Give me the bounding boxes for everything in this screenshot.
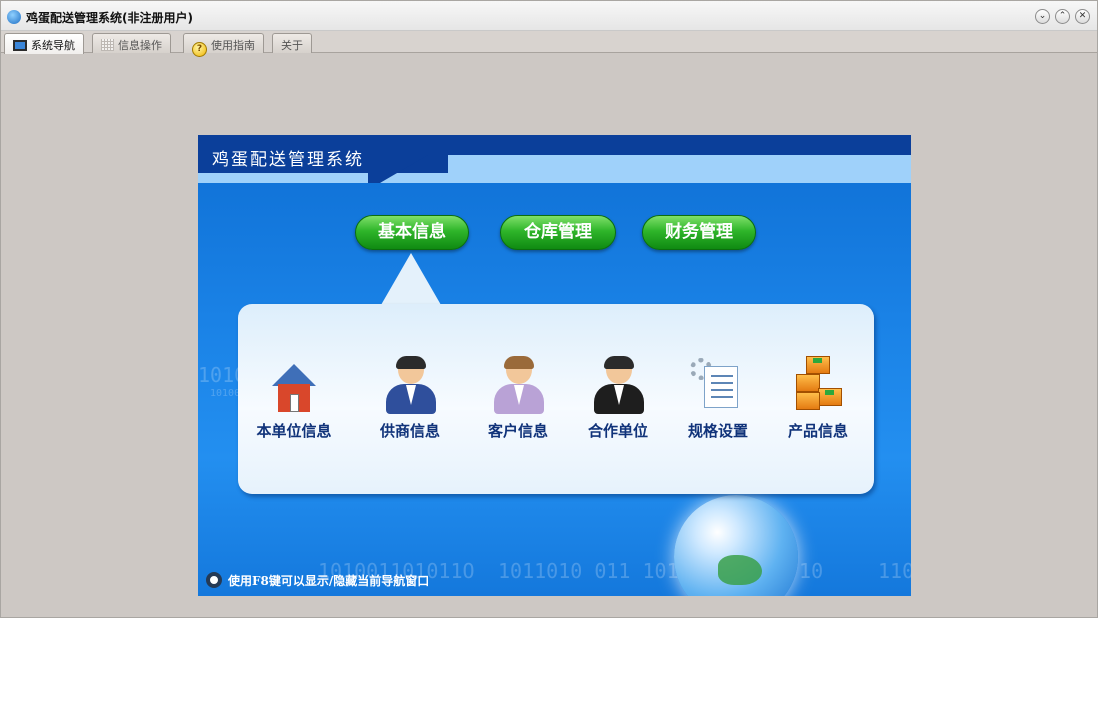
tab-bar: 系统导航 信息操作 ? 使用指南 关于 <box>1 31 1097 57</box>
close-button[interactable]: ✕ <box>1075 9 1090 24</box>
navigation-panel: 鸡蛋配送管理系统 1010 10100 101001101011O 101101… <box>198 135 911 596</box>
tab-about[interactable]: 关于 <box>272 33 312 53</box>
item-label: 供商信息 <box>379 422 440 440</box>
partner-person-icon <box>588 356 648 414</box>
panel-title: 鸡蛋配送管理系统 <box>212 150 364 170</box>
item-label: 产品信息 <box>787 422 848 440</box>
tab-label: 关于 <box>281 39 303 52</box>
monitor-icon <box>13 40 27 51</box>
item-label: 合作单位 <box>587 422 648 440</box>
house-icon <box>264 356 324 414</box>
basic-info-button[interactable]: 基本信息 <box>355 215 469 250</box>
settings-document-icon <box>688 356 748 414</box>
tab-info-operation[interactable]: 信息操作 <box>92 33 171 53</box>
app-logo-icon <box>7 10 21 24</box>
supplier-person-icon <box>380 356 440 414</box>
grid-icon <box>101 39 114 51</box>
item-label: 本单位信息 <box>256 422 332 440</box>
tab-user-guide[interactable]: ? 使用指南 <box>183 33 264 57</box>
app-window: 鸡蛋配送管理系统(非注册用户) ⌄ ⌃ ✕ 系统导航 信息操作 ? 使用指南 关于… <box>0 0 1098 618</box>
item-supplier-info[interactable]: 供商信息 <box>360 356 460 441</box>
finance-management-button[interactable]: 财务管理 <box>642 215 756 250</box>
binary-decoration: 10100 <box>210 388 241 399</box>
item-customer-info[interactable]: 客户信息 <box>468 356 568 441</box>
title-bar[interactable]: 鸡蛋配送管理系统(非注册用户) ⌄ ⌃ ✕ <box>1 1 1097 31</box>
tab-system-navigation[interactable]: 系统导航 <box>4 33 84 54</box>
binary-decoration: 110 <box>878 559 911 583</box>
maximize-button[interactable]: ⌃ <box>1055 9 1070 24</box>
tab-label: 系统导航 <box>31 39 75 52</box>
tab-label: 信息操作 <box>118 39 162 52</box>
minimize-button[interactable]: ⌄ <box>1035 9 1050 24</box>
item-spec-settings[interactable]: 规格设置 <box>668 356 768 441</box>
item-company-info[interactable]: 本单位信息 <box>244 356 344 441</box>
help-icon: ? <box>192 42 207 57</box>
info-bullet-icon <box>206 572 222 588</box>
window-title: 鸡蛋配送管理系统(非注册用户) <box>26 11 193 25</box>
item-product-info[interactable]: 产品信息 <box>768 356 868 441</box>
footer-hint-text: 使用F8键可以显示/隐藏当前导航窗口 <box>228 574 430 588</box>
selection-pointer <box>381 253 441 305</box>
tab-label: 使用指南 <box>211 39 255 52</box>
item-label: 客户信息 <box>487 422 548 440</box>
product-boxes-icon <box>788 356 848 414</box>
warehouse-management-button[interactable]: 仓库管理 <box>500 215 616 250</box>
item-label: 规格设置 <box>687 422 748 440</box>
submenu-card: 本单位信息 供商信息 客户信息 合作单位 规格设置 产品信息 <box>238 304 874 494</box>
globe-land-image <box>718 555 762 585</box>
item-partner[interactable]: 合作单位 <box>568 356 668 441</box>
footer-hint: 使用F8键可以显示/隐藏当前导航窗口 <box>206 572 429 589</box>
customer-person-icon <box>488 356 548 414</box>
